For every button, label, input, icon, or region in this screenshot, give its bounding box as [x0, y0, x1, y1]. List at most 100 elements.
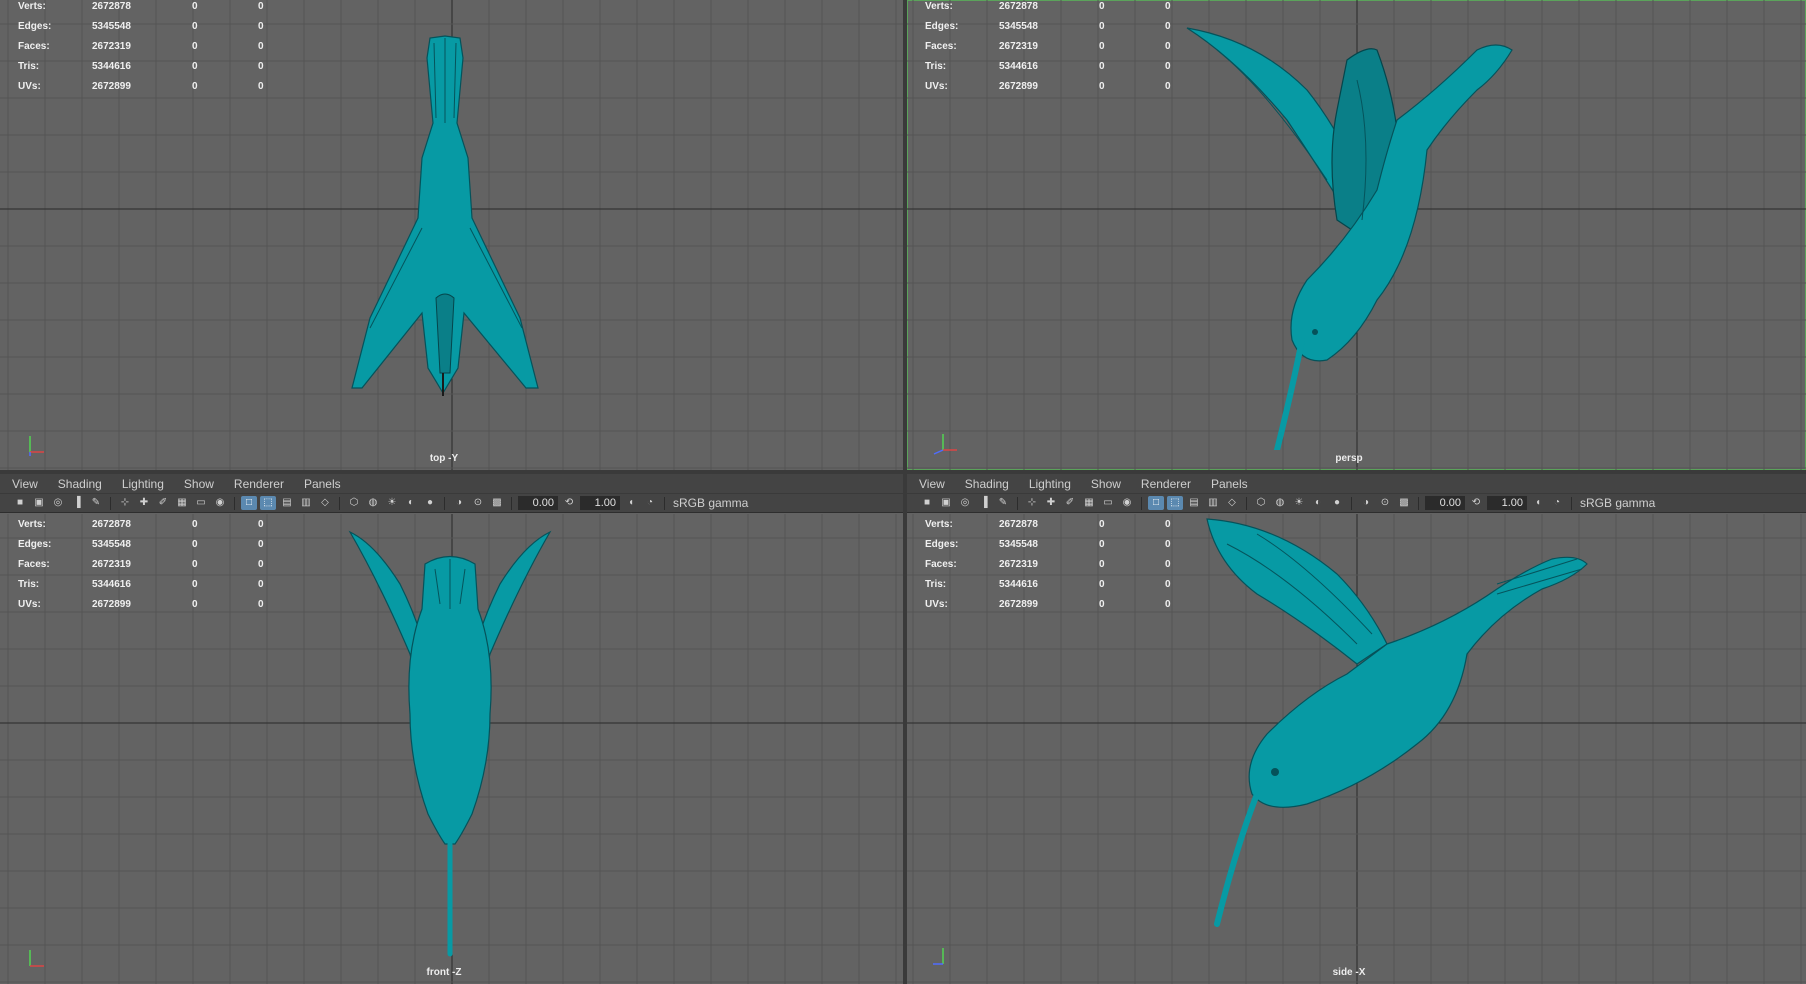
- stat-row: Tris: 5344616 0 0: [0, 60, 300, 80]
- exposure-field[interactable]: 0.00: [518, 496, 558, 510]
- resolution-gate-icon[interactable]: ✚: [1043, 496, 1059, 510]
- isolate-select-icon[interactable]: ●: [422, 496, 438, 510]
- color-space-label[interactable]: sRGB gamma: [1580, 496, 1655, 510]
- gamma-field[interactable]: 1.00: [1487, 496, 1527, 510]
- gate-mask-icon[interactable]: ✐: [1062, 496, 1078, 510]
- ambient-occlusion-icon[interactable]: ◍: [1272, 496, 1288, 510]
- shadows-icon[interactable]: ⬡: [346, 496, 362, 510]
- menu-lighting[interactable]: Lighting: [122, 477, 164, 491]
- bookmark-icon[interactable]: ◎: [50, 496, 66, 510]
- stat-value: 0: [258, 519, 264, 530]
- exposure-icon[interactable]: ⟲: [561, 496, 577, 510]
- menu-show[interactable]: Show: [1091, 477, 1121, 491]
- xray-joints-icon[interactable]: ⊙: [470, 496, 486, 510]
- field-chart-icon[interactable]: ▦: [174, 496, 190, 510]
- safe-title-icon[interactable]: ◉: [212, 496, 228, 510]
- stat-label: Verts:: [925, 519, 953, 530]
- film-gate-icon[interactable]: ⊹: [1024, 496, 1040, 510]
- stat-label: UVs:: [925, 599, 948, 610]
- bookmark-icon[interactable]: ◎: [957, 496, 973, 510]
- stat-value: 5344616: [92, 579, 131, 590]
- field-chart-icon[interactable]: ▦: [1081, 496, 1097, 510]
- menu-panels[interactable]: Panels: [304, 477, 341, 491]
- viewport-side[interactable]: Verts: 2672878 0 0 Edges: 5345548 0 0 Faces: 2672…: [907, 514, 1806, 984]
- viewport-panel-front[interactable]: View Shading Lighting Show Renderer Panels ■ ▣…: [0, 474, 903, 984]
- gate-mask-icon[interactable]: ✐: [155, 496, 171, 510]
- resolution-gate-icon[interactable]: ✚: [136, 496, 152, 510]
- color-space-label[interactable]: sRGB gamma: [673, 496, 748, 510]
- viewport-panel-persp[interactable]: Verts: 2672878 0 0 Edges: 5345548 0 0 Faces: 2672…: [907, 0, 1806, 470]
- image-plane-icon[interactable]: ▐: [976, 496, 992, 510]
- menu-shading[interactable]: Shading: [965, 477, 1009, 491]
- exposure-field[interactable]: 0.00: [1425, 496, 1465, 510]
- camera-select-icon[interactable]: ■: [12, 496, 28, 510]
- ambient-occlusion-icon[interactable]: ◍: [365, 496, 381, 510]
- film-gate-icon[interactable]: ⊹: [117, 496, 133, 510]
- stat-value: 2672878: [999, 519, 1038, 530]
- backface-icon[interactable]: ▩: [1396, 496, 1412, 510]
- safe-action-icon[interactable]: ▭: [1100, 496, 1116, 510]
- stat-value: 0: [1165, 539, 1171, 550]
- wireframe-icon[interactable]: □: [1148, 496, 1164, 510]
- safe-action-icon[interactable]: ▭: [193, 496, 209, 510]
- xray-icon[interactable]: ◑: [1358, 496, 1374, 510]
- viewport-panel-side[interactable]: View Shading Lighting Show Renderer Panels ■ ▣…: [907, 474, 1806, 984]
- stat-value: 5345548: [92, 539, 131, 550]
- wireframe-on-shaded-icon[interactable]: ▤: [279, 496, 295, 510]
- wireframe-on-shaded-icon[interactable]: ▤: [1186, 496, 1202, 510]
- smooth-shade-icon[interactable]: ⬚: [260, 496, 276, 510]
- stat-row: Edges: 5345548 0 0: [0, 538, 300, 558]
- image-plane-icon[interactable]: ▐: [69, 496, 85, 510]
- smooth-shade-icon[interactable]: ⬚: [1167, 496, 1183, 510]
- camera-attributes-icon[interactable]: ▣: [31, 496, 47, 510]
- stat-value: 0: [1099, 41, 1105, 52]
- stat-value: 0: [1165, 21, 1171, 32]
- backface-icon[interactable]: ▩: [489, 496, 505, 510]
- isolate-select-icon[interactable]: ●: [1329, 496, 1345, 510]
- viewport-panel-top[interactable]: Verts: 2672878 0 0 Edges: 5345548 0 0 Faces: 2672…: [0, 0, 903, 470]
- camera-attributes-icon[interactable]: ▣: [938, 496, 954, 510]
- menu-panels[interactable]: Panels: [1211, 477, 1248, 491]
- textured-icon[interactable]: ▥: [1205, 496, 1221, 510]
- motion-blur-icon[interactable]: ☀: [1291, 496, 1307, 510]
- poly-count-hud: Verts: 2672878 0 0 Edges: 5345548 0 0 Faces: 2672…: [0, 518, 300, 618]
- stat-value: 0: [258, 41, 264, 52]
- shadows-icon[interactable]: ⬡: [1253, 496, 1269, 510]
- gamma-icon[interactable]: ◖: [1530, 496, 1546, 510]
- menu-show[interactable]: Show: [184, 477, 214, 491]
- use-all-lights-icon[interactable]: ◇: [1224, 496, 1240, 510]
- menu-renderer[interactable]: Renderer: [1141, 477, 1191, 491]
- stat-value: 0: [258, 539, 264, 550]
- xray-icon[interactable]: ◑: [451, 496, 467, 510]
- textured-icon[interactable]: ▥: [298, 496, 314, 510]
- menu-shading[interactable]: Shading: [58, 477, 102, 491]
- gamma-field[interactable]: 1.00: [580, 496, 620, 510]
- grid-toggle-icon[interactable]: ✎: [995, 496, 1011, 510]
- viewport-top[interactable]: Verts: 2672878 0 0 Edges: 5345548 0 0 Faces: 2672…: [0, 0, 903, 470]
- wireframe-icon[interactable]: □: [241, 496, 257, 510]
- viewport-front[interactable]: Verts: 2672878 0 0 Edges: 5345548 0 0 Faces: 2672…: [0, 514, 903, 984]
- anti-alias-icon[interactable]: ◐: [403, 496, 419, 510]
- camera-select-icon[interactable]: ■: [919, 496, 935, 510]
- gamma-icon[interactable]: ◖: [623, 496, 639, 510]
- stat-row: UVs: 2672899 0 0: [0, 80, 300, 100]
- stat-value: 0: [192, 61, 198, 72]
- safe-title-icon[interactable]: ◉: [1119, 496, 1135, 510]
- menu-lighting[interactable]: Lighting: [1029, 477, 1071, 491]
- grid-toggle-icon[interactable]: ✎: [88, 496, 104, 510]
- menu-view[interactable]: View: [919, 477, 945, 491]
- color-management-icon[interactable]: ◔: [1549, 496, 1565, 510]
- xray-joints-icon[interactable]: ⊙: [1377, 496, 1393, 510]
- menu-view[interactable]: View: [12, 477, 38, 491]
- stat-value: 2672899: [999, 81, 1038, 92]
- toolbar-separator: [1017, 496, 1018, 510]
- stat-value: 0: [258, 21, 264, 32]
- menu-renderer[interactable]: Renderer: [234, 477, 284, 491]
- color-management-icon[interactable]: ◔: [642, 496, 658, 510]
- motion-blur-icon[interactable]: ☀: [384, 496, 400, 510]
- exposure-icon[interactable]: ⟲: [1468, 496, 1484, 510]
- stat-row: Faces: 2672319 0 0: [0, 40, 300, 60]
- viewport-persp[interactable]: Verts: 2672878 0 0 Edges: 5345548 0 0 Faces: 2672…: [907, 0, 1806, 470]
- anti-alias-icon[interactable]: ◐: [1310, 496, 1326, 510]
- use-all-lights-icon[interactable]: ◇: [317, 496, 333, 510]
